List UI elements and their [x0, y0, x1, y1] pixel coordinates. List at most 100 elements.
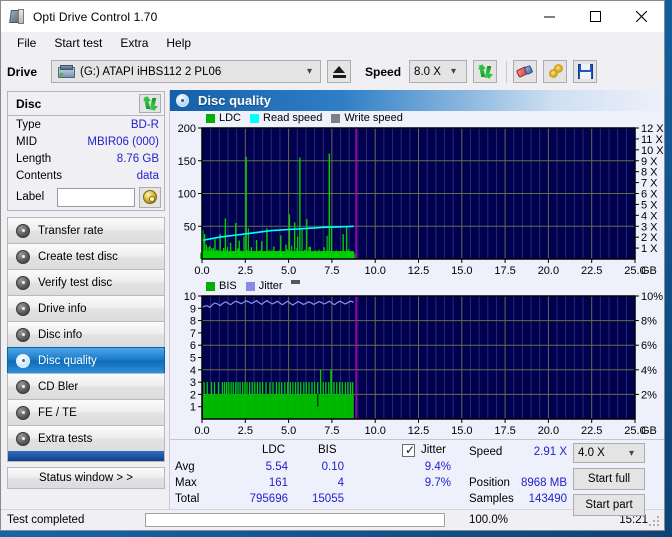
- disc-refresh-button[interactable]: [139, 94, 161, 113]
- start-part-button[interactable]: Start part: [573, 494, 645, 516]
- sidebar-item-cd-bler[interactable]: CD Bler: [7, 373, 165, 399]
- menu-start-test[interactable]: Start test: [46, 34, 110, 52]
- legend-swatch-write-speed: [331, 113, 341, 123]
- disc-type-label: Type: [16, 118, 41, 131]
- svg-text:2: 2: [190, 389, 196, 401]
- bis-plot-area[interactable]: 1 2 3 4 5 6 7 8 9 10 2% 4% 6% 8% 10% 0.0 2.5 5.0 7.5 10.0 12…: [170, 279, 664, 439]
- svg-text:5.0: 5.0: [281, 425, 296, 437]
- sidebar-item-extra-tests[interactable]: Extra tests: [7, 425, 165, 451]
- svg-text:4: 4: [190, 365, 196, 377]
- svg-text:10.0: 10.0: [364, 425, 385, 437]
- sidebar-item-verify-test-disc[interactable]: Verify test disc: [7, 269, 165, 295]
- svg-text:7 X: 7 X: [641, 178, 658, 190]
- svg-text:4 X: 4 X: [641, 210, 658, 222]
- menu-extra[interactable]: Extra: [112, 34, 156, 52]
- stats-bis-total: 15055: [312, 493, 344, 505]
- svg-text:100: 100: [178, 189, 196, 201]
- svg-text:6 X: 6 X: [641, 189, 658, 201]
- status-window-button[interactable]: Status window > >: [7, 467, 165, 489]
- legend-label-ldc: LDC: [219, 112, 242, 124]
- svg-text:8: 8: [190, 316, 196, 328]
- drive-select[interactable]: (G:) ATAPI iHBS112 2 PL06 ▾: [51, 60, 322, 83]
- chevron-down-icon: ▾: [307, 66, 313, 77]
- content-pane: Disc quality LDC Read speed Write speed …: [169, 90, 665, 516]
- svg-text:17.5: 17.5: [494, 265, 515, 277]
- disc-icon: [16, 353, 30, 368]
- stats-position-value: 8968 MB: [520, 477, 567, 489]
- speed-select[interactable]: 8.0 X ▾: [409, 60, 468, 83]
- stats-ldc-avg: 5.54: [265, 461, 288, 473]
- sidebar-item-disc-info[interactable]: Disc info: [7, 321, 165, 347]
- disc-mid-label: MID: [16, 135, 38, 148]
- floppy-save-icon: [577, 64, 593, 79]
- svg-text:10 X: 10 X: [641, 145, 664, 157]
- disc-icon: [16, 249, 30, 264]
- disc-length-label: Length: [16, 152, 52, 165]
- resize-grip-icon: [649, 516, 661, 528]
- menu-help[interactable]: Help: [158, 34, 199, 52]
- disc-row-label: Label: [8, 184, 164, 210]
- test-speed-select[interactable]: 4.0 X ▾: [573, 443, 645, 463]
- stats-bis-max: 4: [337, 477, 344, 489]
- svg-text:3 X: 3 X: [641, 221, 658, 233]
- disc-type-value: BD-R: [130, 118, 159, 131]
- menu-file[interactable]: File: [9, 34, 44, 52]
- refresh-icon: [477, 64, 493, 79]
- app-icon: [9, 8, 26, 25]
- disc-quality-icon: [176, 94, 189, 107]
- svg-text:2.5: 2.5: [238, 425, 253, 437]
- ldc-plot-area[interactable]: 50 100 150 200 1 X2 X3 X4 X5 X6 X7 X8 X9 X 10…: [170, 111, 665, 279]
- disc-label-input[interactable]: [57, 187, 135, 207]
- svg-text:2%: 2%: [641, 389, 657, 401]
- svg-text:12.5: 12.5: [408, 265, 429, 277]
- refresh-button[interactable]: [473, 60, 498, 83]
- svg-text:4%: 4%: [641, 365, 657, 377]
- svg-text:0.0: 0.0: [194, 265, 209, 277]
- sidebar-item-transfer-rate[interactable]: Transfer rate: [7, 217, 165, 243]
- sidebar-item-label: CD Bler: [38, 380, 79, 393]
- svg-text:7: 7: [190, 328, 196, 340]
- disc-row-type: Type BD-R: [8, 116, 164, 133]
- disc-row-length: Length 8.76 GB: [8, 150, 164, 167]
- disc-row-mid: MID MBIR06 (000): [8, 133, 164, 150]
- svg-text:2 X: 2 X: [641, 232, 658, 244]
- panel-header: Disc quality: [170, 90, 664, 111]
- sidebar-item-drive-info[interactable]: Drive info: [7, 295, 165, 321]
- key-icon: [547, 64, 564, 79]
- bis-chart-legend: BIS Jitter: [206, 280, 300, 292]
- svg-text:150: 150: [178, 156, 196, 168]
- stats-samples-label: Samples: [469, 493, 514, 505]
- status-bar: Test completed 100.0% 15:21: [1, 509, 664, 530]
- close-button[interactable]: [618, 1, 664, 31]
- maximize-button[interactable]: [572, 1, 618, 31]
- disc-row-contents: Contents data: [8, 167, 164, 184]
- bis-chart: BIS Jitter 1 2 3 4 5 6 7 8 9 10 2% 4% 6% 8% 10% 0.0 2.5 5…: [170, 279, 664, 439]
- erase-button[interactable]: [513, 60, 538, 83]
- eject-button[interactable]: [327, 60, 352, 83]
- ldc-chart: LDC Read speed Write speed 50 100 150 200 1 …: [170, 111, 665, 279]
- key-button[interactable]: [543, 60, 568, 83]
- sidebar-item-fe-te[interactable]: FE / TE: [7, 399, 165, 425]
- sidebar-item-create-test-disc[interactable]: Create test disc: [7, 243, 165, 269]
- stats-bis-avg: 0.10: [321, 461, 344, 473]
- sidebar-item-label: Verify test disc: [38, 276, 113, 289]
- refresh-icon: [142, 96, 158, 111]
- disc-label-label: Label: [16, 191, 45, 203]
- legend-swatch-read-speed: [250, 113, 260, 123]
- stats-samples-value: 143490: [528, 493, 567, 505]
- jitter-checkbox[interactable]: ✓: [402, 444, 415, 457]
- disc-icon: [16, 301, 30, 316]
- start-full-button[interactable]: Start full: [573, 468, 645, 490]
- minimize-button[interactable]: [526, 1, 572, 31]
- progress-cell: [145, 513, 461, 527]
- drive-label: Drive: [7, 64, 38, 79]
- stats-ldc-max: 161: [268, 477, 288, 489]
- disc-label-button[interactable]: [139, 186, 161, 208]
- save-button[interactable]: [573, 60, 598, 83]
- statistics-panel: LDC BIS ✓ Jitter Speed 2.91 X Avg 5.54 0…: [170, 439, 664, 516]
- sidebar-item-disc-quality[interactable]: Disc quality: [7, 347, 165, 373]
- disc-mid-value: MBIR06 (000): [87, 135, 159, 148]
- eject-icon: [332, 65, 346, 78]
- svg-text:3: 3: [190, 377, 196, 389]
- stats-row-total: Total: [175, 493, 200, 505]
